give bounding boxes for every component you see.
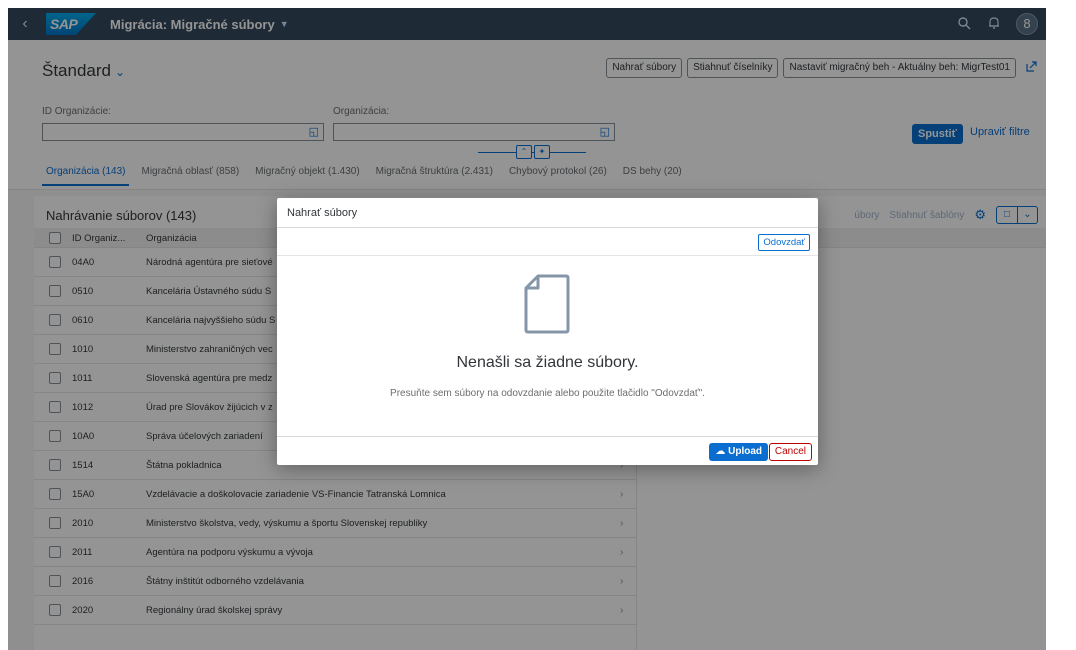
upload-icon: ☁ (715, 446, 729, 457)
empty-hint: Presuňte sem súbory na odovzdanie alebo … (390, 388, 705, 399)
empty-title: Nenašli sa žiadne súbory. (456, 354, 639, 371)
document-icon (524, 274, 570, 337)
upload-button[interactable]: ☁ Upload (709, 443, 768, 461)
browse-button[interactable]: Odovzdať (758, 234, 810, 251)
dialog-footer: ☁ Upload Cancel (277, 436, 818, 465)
dialog-title: Nahrať súbory (277, 198, 818, 228)
dialog-toolbar: Odovzdať (277, 228, 818, 256)
cancel-button[interactable]: Cancel (768, 443, 812, 461)
upload-dialog: Nahrať súbory Odovzdať Nenašli sa žiadne… (277, 198, 818, 465)
app-frame: ‹ SAP Migrácia: Migračné súbory ▼ 8 Štan… (8, 8, 1046, 650)
